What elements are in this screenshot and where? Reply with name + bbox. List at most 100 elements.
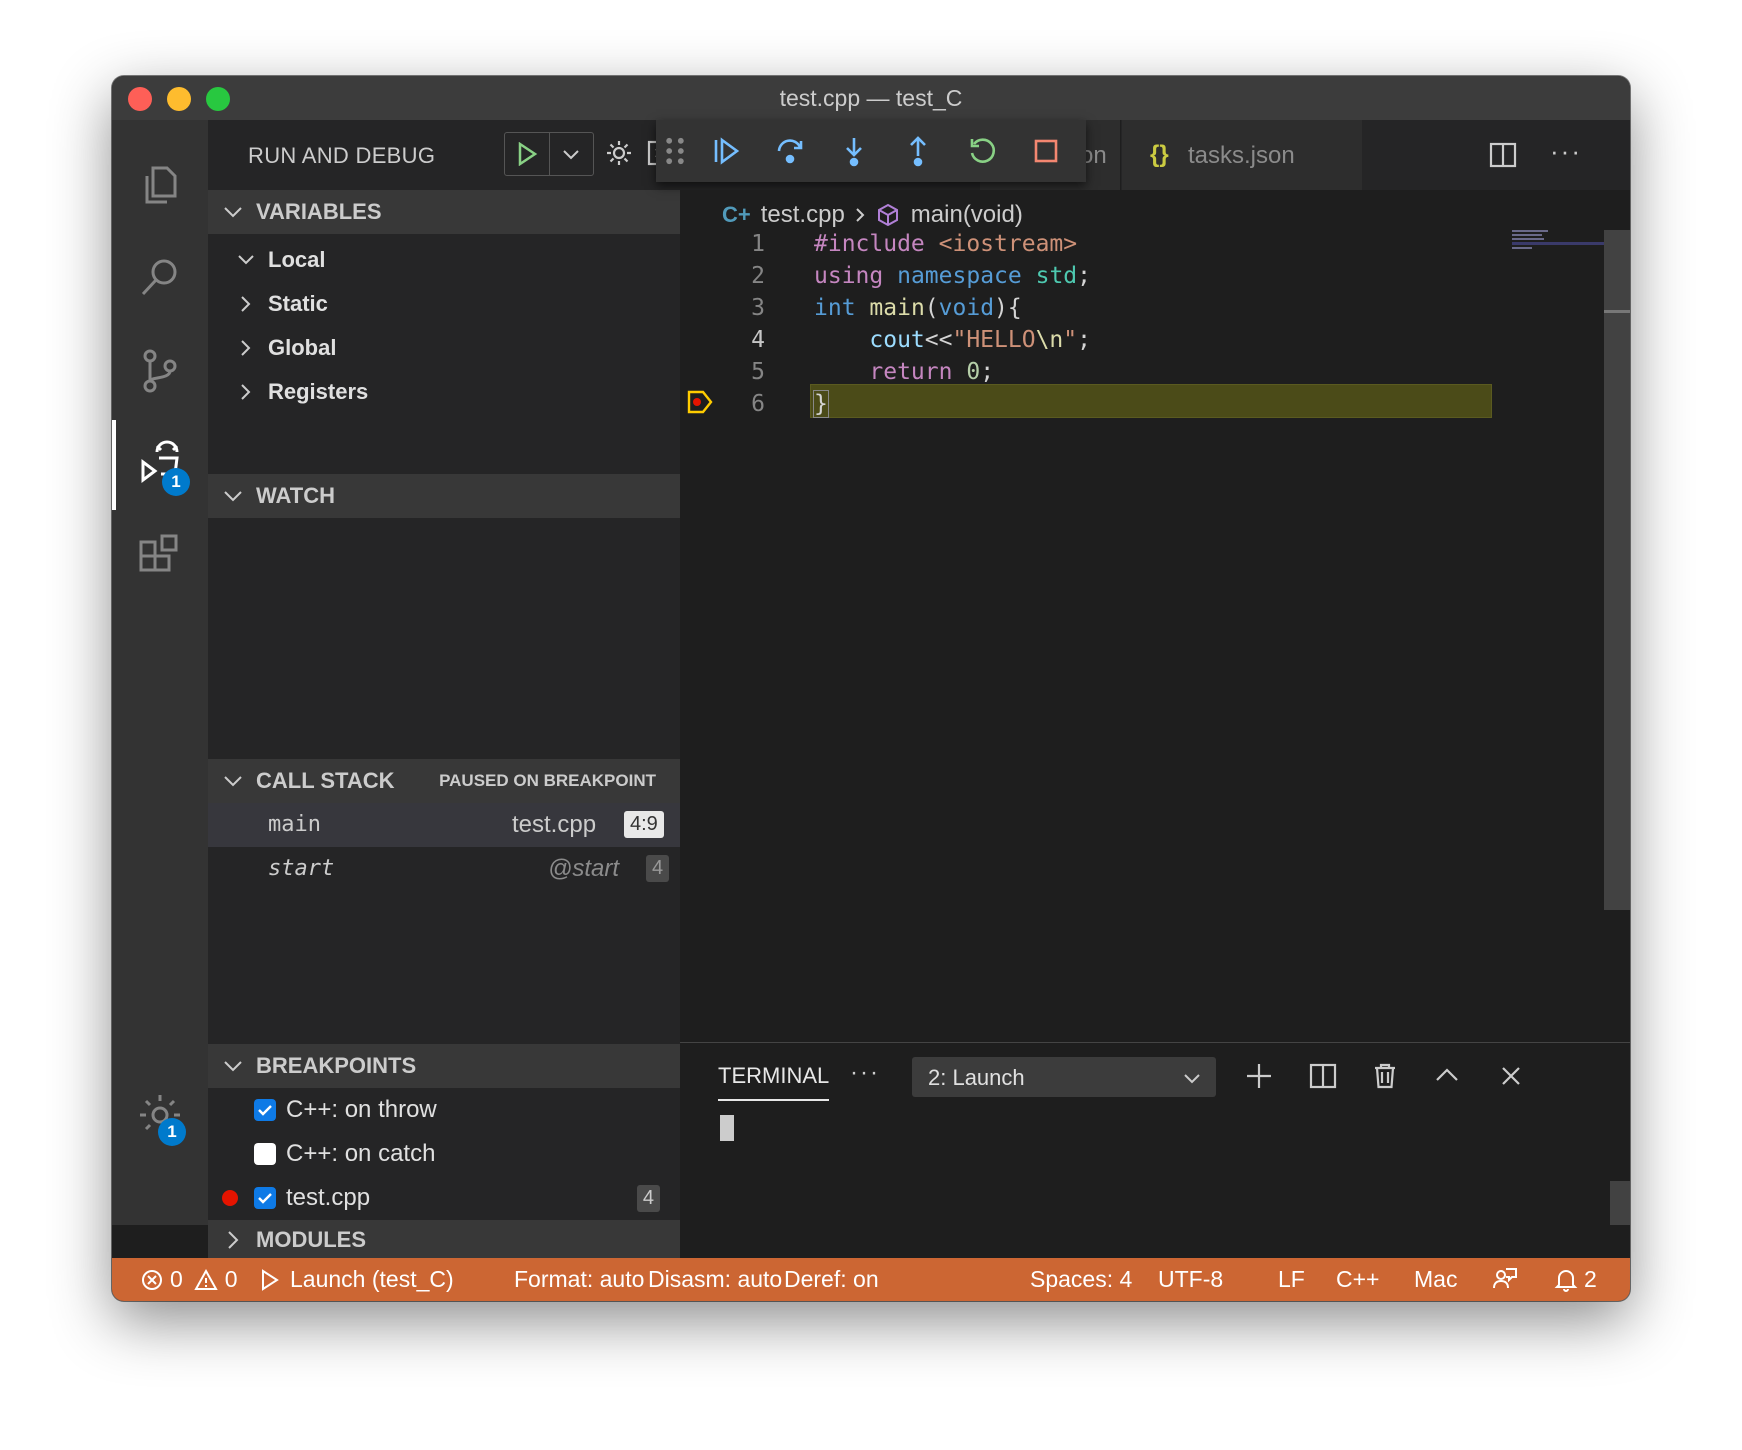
breadcrumb-file[interactable]: test.cpp xyxy=(761,201,845,229)
checkbox-checked[interactable] xyxy=(254,1187,276,1209)
checkbox-unchecked[interactable] xyxy=(254,1143,276,1165)
call-stack-frame[interactable]: start @start 4 xyxy=(208,847,680,891)
indentation-status[interactable]: Spaces: 4 xyxy=(1030,1266,1132,1293)
code-line: 2 using namespace std; xyxy=(680,258,1630,294)
close-icon[interactable] xyxy=(1496,1061,1526,1091)
manage-gear-icon[interactable]: 1 xyxy=(112,1070,208,1160)
modules-title: MODULES xyxy=(256,1227,366,1252)
step-over-button[interactable] xyxy=(758,120,822,182)
code-line: 5 return 0; xyxy=(680,354,1630,390)
chevron-up-icon[interactable] xyxy=(1432,1061,1462,1091)
check-icon xyxy=(258,1105,272,1116)
line-number: 1 xyxy=(751,231,765,257)
vscode-window: test.cpp — test_C 1 1 RUN AND DEBUG VARI… xyxy=(112,76,1630,1301)
code-line: 1 #include <iostream> xyxy=(680,226,1630,262)
debug-toolbar xyxy=(656,120,1086,182)
tab-terminal[interactable]: TERMINAL xyxy=(718,1063,830,1101)
breakpoint-item[interactable]: C++: on catch xyxy=(208,1132,680,1176)
split-terminal-icon[interactable] xyxy=(1308,1061,1338,1091)
call-stack-frame[interactable]: main test.cpp 4:9 xyxy=(208,803,680,847)
cpp-file-icon: C+ xyxy=(722,202,751,227)
variables-scope-global[interactable]: Global xyxy=(208,326,680,370)
code-editor[interactable]: C+ test.cpp main(void) 1 #include <iostr… xyxy=(680,190,1630,1042)
frame-file: test.cpp xyxy=(512,811,597,838)
checkbox-checked[interactable] xyxy=(254,1099,276,1121)
language-status[interactable]: C++ xyxy=(1336,1266,1379,1293)
search-icon[interactable] xyxy=(112,232,208,322)
start-debugging-button[interactable] xyxy=(505,133,550,175)
eol-status[interactable]: LF xyxy=(1278,1266,1305,1293)
open-launch-json-button[interactable] xyxy=(604,138,634,173)
variables-scope-registers[interactable]: Registers xyxy=(208,370,680,414)
explorer-icon[interactable] xyxy=(112,140,208,230)
minimize-window-button[interactable] xyxy=(167,87,191,111)
continue-button[interactable] xyxy=(694,120,758,182)
platform-status[interactable]: Mac xyxy=(1414,1266,1457,1293)
paused-state-label: PAUSED ON BREAKPOINT xyxy=(439,771,656,790)
disasm-status[interactable]: Disasm: auto xyxy=(648,1266,782,1293)
launch-status[interactable]: Launch (test_C) xyxy=(260,1266,454,1293)
stop-icon xyxy=(1034,139,1058,163)
deref-status[interactable]: Deref: on xyxy=(784,1266,879,1293)
debug-badge: 1 xyxy=(162,468,190,496)
variables-scope-local[interactable]: Local xyxy=(208,238,680,282)
variables-scope-static[interactable]: Static xyxy=(208,282,680,326)
maximize-window-button[interactable] xyxy=(206,87,230,111)
breakpoint-label: C++: on throw xyxy=(286,1096,437,1123)
close-window-button[interactable] xyxy=(128,87,152,111)
line-number: 6 xyxy=(751,391,765,417)
line-number: 3 xyxy=(751,295,765,321)
code-line: 6 } xyxy=(680,386,1630,422)
new-terminal-plus-icon[interactable] xyxy=(1244,1061,1274,1091)
step-into-button[interactable] xyxy=(822,120,886,182)
continue-icon xyxy=(714,137,740,165)
breakpoints-section-header[interactable]: BREAKPOINTS xyxy=(208,1044,680,1088)
chevron-down-icon xyxy=(224,1061,242,1072)
check-icon xyxy=(258,1193,272,1204)
split-editor-button[interactable] xyxy=(1488,140,1518,175)
notifications-status[interactable]: 2 xyxy=(1554,1266,1597,1293)
watch-section-header[interactable]: WATCH xyxy=(208,474,680,518)
chevron-right-icon xyxy=(228,1231,239,1249)
format-status[interactable]: Format: auto xyxy=(514,1266,644,1293)
breakpoint-line-badge: 4 xyxy=(636,1185,660,1212)
scope-label: Static xyxy=(268,291,328,316)
problems-status[interactable]: 0 0 xyxy=(140,1266,238,1293)
source-control-icon[interactable] xyxy=(112,326,208,416)
stop-button[interactable] xyxy=(1014,120,1078,182)
play-icon xyxy=(518,142,538,166)
encoding-status[interactable]: UTF-8 xyxy=(1158,1266,1223,1293)
code-line-current: 4 cout<<"HELLO\n"; xyxy=(680,322,1630,358)
step-out-icon xyxy=(910,136,926,167)
extensions-icon[interactable] xyxy=(112,512,208,602)
breakpoint-item[interactable]: test.cpp 4 xyxy=(208,1176,680,1220)
drag-handle-icon[interactable] xyxy=(656,120,694,182)
run-debug-icon[interactable]: 1 xyxy=(112,420,208,510)
call-stack-section-header[interactable]: CALL STACK PAUSED ON BREAKPOINT xyxy=(208,759,680,803)
launch-config-dropdown[interactable] xyxy=(550,133,594,175)
terminal-scrollbar[interactable] xyxy=(1610,1181,1630,1225)
editor-tab-tasks-json[interactable]: {} tasks.json xyxy=(1122,120,1362,190)
variables-section-header[interactable]: VARIABLES xyxy=(208,190,680,234)
frame-position: 4:9 xyxy=(624,811,664,838)
breakpoint-label: C++: on catch xyxy=(286,1140,436,1167)
more-actions-icon[interactable]: ··· xyxy=(1550,136,1582,167)
terminal-select[interactable]: 2: Launch xyxy=(912,1057,1216,1097)
step-out-button[interactable] xyxy=(886,120,950,182)
breakpoint-item[interactable]: C++: on throw xyxy=(208,1088,680,1132)
feedback-icon[interactable] xyxy=(1492,1266,1518,1292)
panel-more-icon[interactable]: ··· xyxy=(850,1059,880,1087)
chevron-right-icon xyxy=(241,296,251,312)
frame-name: main xyxy=(268,812,321,837)
warning-count: 0 xyxy=(224,1266,238,1292)
chevron-down-icon xyxy=(224,776,242,787)
editor-scrollbar[interactable] xyxy=(1604,230,1630,910)
terminal-cursor[interactable] xyxy=(720,1115,734,1141)
frame-position: 4 xyxy=(646,855,670,882)
trash-icon[interactable] xyxy=(1370,1061,1400,1091)
breadcrumb-symbol[interactable]: main(void) xyxy=(911,201,1023,229)
modules-section-header[interactable]: MODULES xyxy=(208,1220,680,1260)
run-debug-sidebar: RUN AND DEBUG VARIABLES Local Static Glo… xyxy=(208,120,680,1260)
restart-button[interactable] xyxy=(950,120,1014,182)
minimap[interactable] xyxy=(1512,228,1612,250)
